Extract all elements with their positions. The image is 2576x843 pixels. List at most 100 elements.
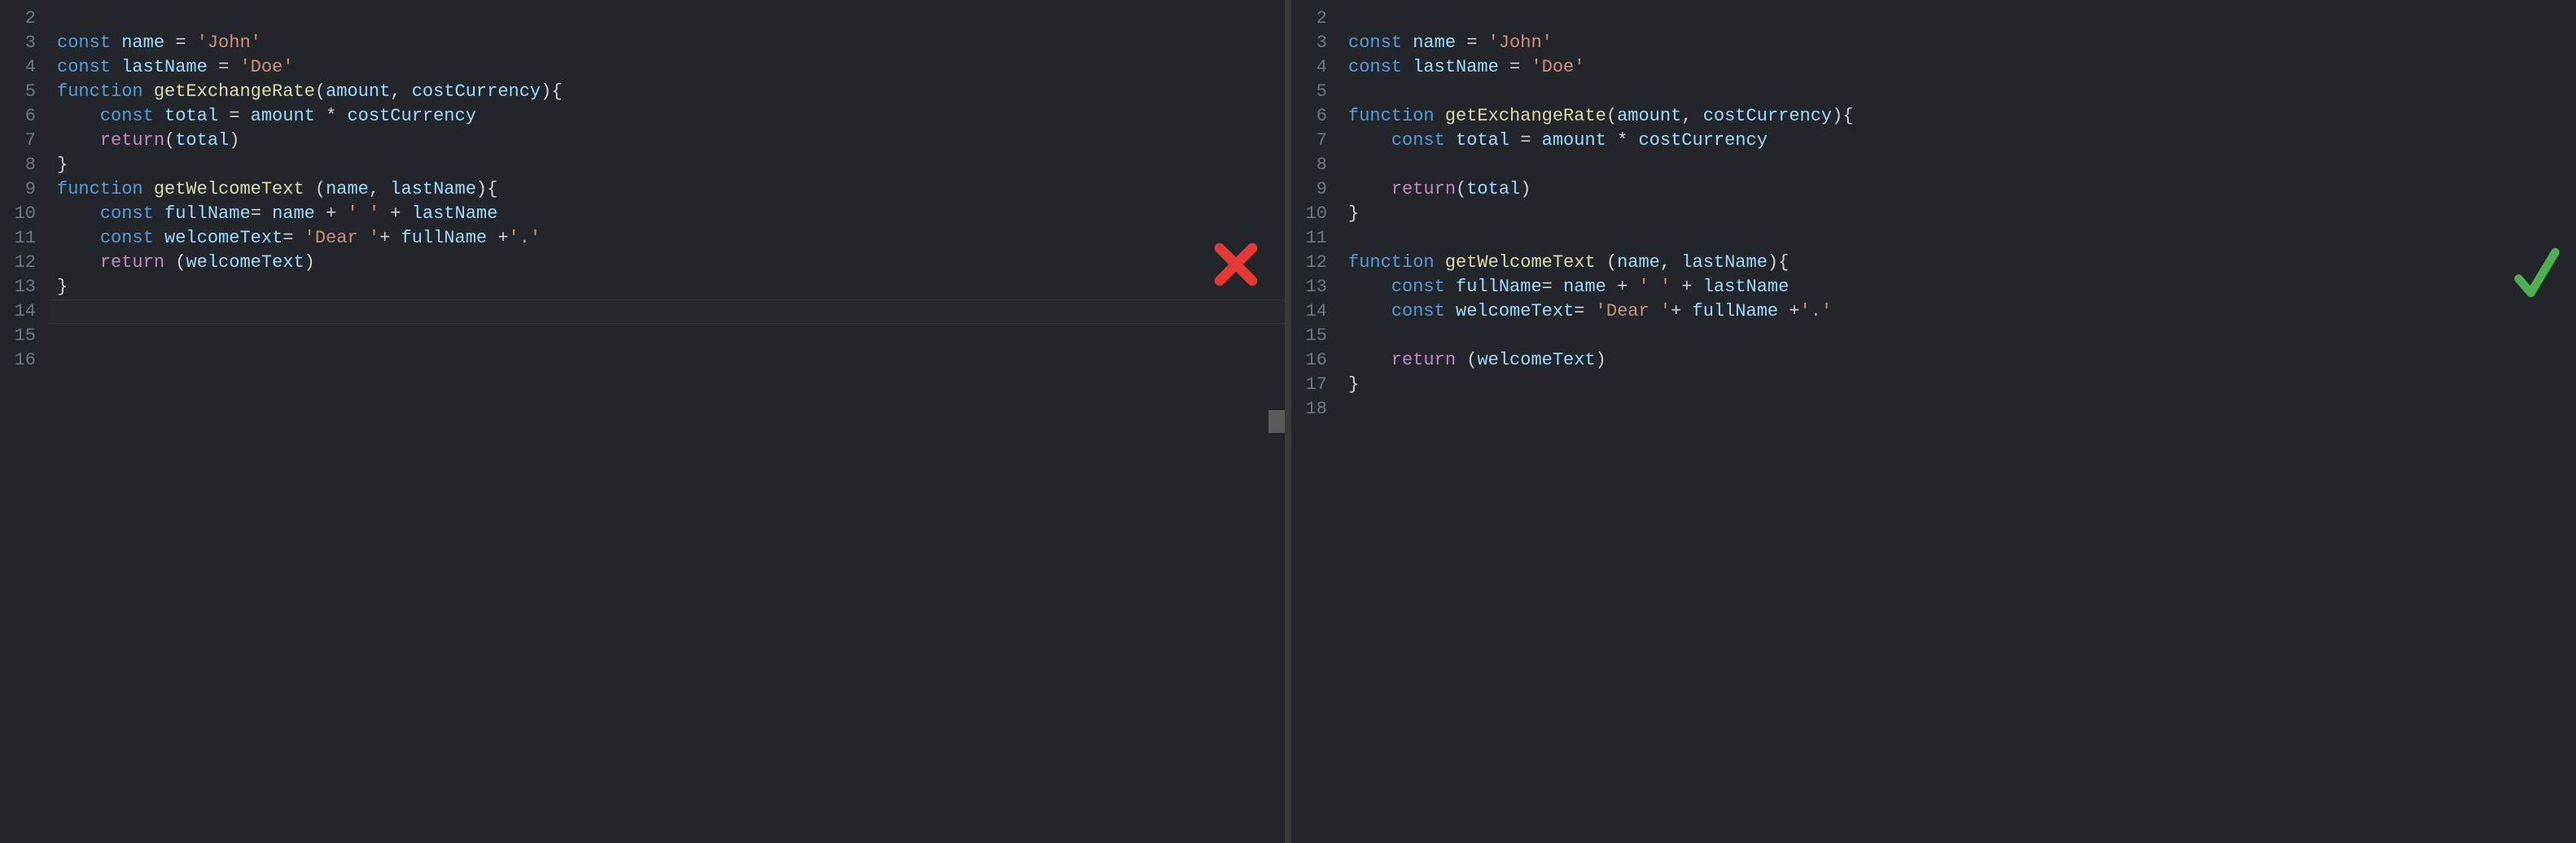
code-line[interactable]: return(total)	[57, 129, 1285, 153]
code-line[interactable]: }	[1348, 202, 2576, 226]
line-number: 12	[0, 251, 36, 275]
token-punc: )	[304, 252, 315, 273]
code-content[interactable]: const name = 'John'const lastName = 'Doe…	[49, 0, 1285, 843]
token-var: welcomeText	[186, 252, 304, 273]
token-var: lastName	[121, 57, 208, 77]
token-punc: ){	[1832, 106, 1853, 126]
token-var: fullName	[1456, 277, 1542, 297]
line-number: 15	[0, 324, 36, 348]
code-line[interactable]	[57, 324, 1285, 348]
code-line[interactable]: return(total)	[1348, 177, 2576, 202]
token-var: amount	[1542, 130, 1606, 151]
line-number: 12	[1291, 251, 1327, 275]
token-var: total	[1456, 130, 1509, 151]
token-str: '.'	[509, 228, 541, 248]
code-line[interactable]: const lastName = 'Doe'	[57, 55, 1285, 80]
token-var: fullName	[164, 203, 251, 224]
line-number: 7	[1291, 129, 1327, 153]
code-line[interactable]: const fullName= name + ' ' + lastName	[57, 202, 1285, 226]
token-punc: (	[164, 130, 175, 151]
token-op: =	[283, 228, 304, 248]
code-line[interactable]: const welcomeText= 'Dear '+ fullName +'.…	[1348, 299, 2576, 324]
token-punc: (	[1466, 350, 1477, 370]
line-number: 8	[0, 153, 36, 177]
token-punc: ){	[476, 179, 497, 199]
token-op: =	[1499, 57, 1531, 77]
token-kw: const	[57, 57, 121, 77]
token-str: '.'	[1800, 301, 1833, 321]
token-op: *	[315, 106, 348, 126]
token-op: +	[1606, 277, 1639, 297]
code-line[interactable]: const welcomeText= 'Dear '+ fullName +'.…	[57, 226, 1285, 251]
token-str: ' '	[1638, 277, 1671, 297]
line-number: 4	[0, 55, 36, 80]
code-line[interactable]: function getExchangeRate(amount, costCur…	[57, 80, 1285, 104]
code-line[interactable]: }	[57, 275, 1285, 299]
line-number: 2	[0, 7, 36, 31]
token-var: name	[121, 33, 164, 53]
line-number: 13	[0, 275, 36, 299]
token-ret: return	[100, 130, 164, 151]
token-str: 'Dear '	[1596, 301, 1671, 321]
code-content[interactable]: const name = 'John'const lastName = 'Doe…	[1340, 0, 2576, 843]
code-line[interactable]	[1348, 7, 2576, 31]
token-kw: function	[57, 179, 154, 199]
code-line[interactable]: function getWelcomeText (name, lastName)…	[57, 177, 1285, 202]
code-line[interactable]: return (welcomeText)	[1348, 348, 2576, 373]
code-line[interactable]: const lastName = 'Doe'	[1348, 55, 2576, 80]
token-str: 'Doe'	[239, 57, 293, 77]
token-var: name	[272, 203, 315, 224]
code-line[interactable]	[1348, 226, 2576, 251]
code-line[interactable]: function getWelcomeText (name, lastName)…	[1348, 251, 2576, 275]
token-punc: }	[57, 155, 68, 175]
token-punc: )	[1520, 179, 1531, 199]
token-op: *	[1606, 130, 1639, 151]
line-number: 5	[0, 80, 36, 104]
token-op: =	[164, 33, 197, 53]
code-line[interactable]: const name = 'John'	[57, 31, 1285, 55]
token-param: amount	[1617, 106, 1681, 126]
code-line[interactable]	[1348, 324, 2576, 348]
token-op: =	[1574, 301, 1595, 321]
line-number: 4	[1291, 55, 1327, 80]
code-line[interactable]: const fullName= name + ' ' + lastName	[1348, 275, 2576, 299]
token-punc: (	[1596, 252, 1617, 273]
code-line[interactable]: function getExchangeRate(amount, costCur…	[1348, 104, 2576, 129]
token-op: +	[1671, 277, 1703, 297]
code-line[interactable]	[57, 299, 1285, 324]
editor-split-view: 2345678910111213141516 const name = 'Joh…	[0, 0, 2576, 843]
line-number-gutter: 2345678910111213141516	[0, 0, 49, 843]
code-line[interactable]	[57, 7, 1285, 31]
line-number: 3	[0, 31, 36, 55]
code-line[interactable]	[57, 348, 1285, 373]
token-punc: }	[57, 277, 68, 297]
token-op: +	[1671, 301, 1692, 321]
code-area-right[interactable]: 23456789101112131415161718 const name = …	[1291, 0, 2576, 843]
line-number: 10	[0, 202, 36, 226]
code-line[interactable]	[1348, 397, 2576, 422]
token-var: fullName	[1693, 301, 1779, 321]
token-param: lastName	[390, 179, 476, 199]
code-area-left[interactable]: 2345678910111213141516 const name = 'Joh…	[0, 0, 1285, 843]
code-line[interactable]: }	[57, 153, 1285, 177]
left-editor-pane[interactable]: 2345678910111213141516 const name = 'Joh…	[0, 0, 1285, 843]
token-param: costCurrency	[412, 81, 541, 102]
token-ret: return	[1391, 350, 1466, 370]
code-line[interactable]: const total = amount * costCurrency	[57, 104, 1285, 129]
right-editor-pane[interactable]: 23456789101112131415161718 const name = …	[1291, 0, 2576, 843]
token-op: +	[379, 228, 401, 248]
code-line[interactable]: const name = 'John'	[1348, 31, 2576, 55]
line-number: 3	[1291, 31, 1327, 55]
token-op: =	[1509, 130, 1542, 151]
code-line[interactable]: const total = amount * costCurrency	[1348, 129, 2576, 153]
token-punc: ,	[1660, 252, 1681, 273]
code-line[interactable]: return (welcomeText)	[57, 251, 1285, 275]
token-kw: const	[1391, 130, 1456, 151]
token-param: costCurrency	[1703, 106, 1832, 126]
code-line[interactable]: }	[1348, 373, 2576, 397]
pane-divider[interactable]	[1285, 0, 1291, 843]
code-line[interactable]	[1348, 80, 2576, 104]
line-number: 18	[1291, 397, 1327, 422]
code-line[interactable]	[1348, 153, 2576, 177]
token-var: fullName	[401, 228, 488, 248]
